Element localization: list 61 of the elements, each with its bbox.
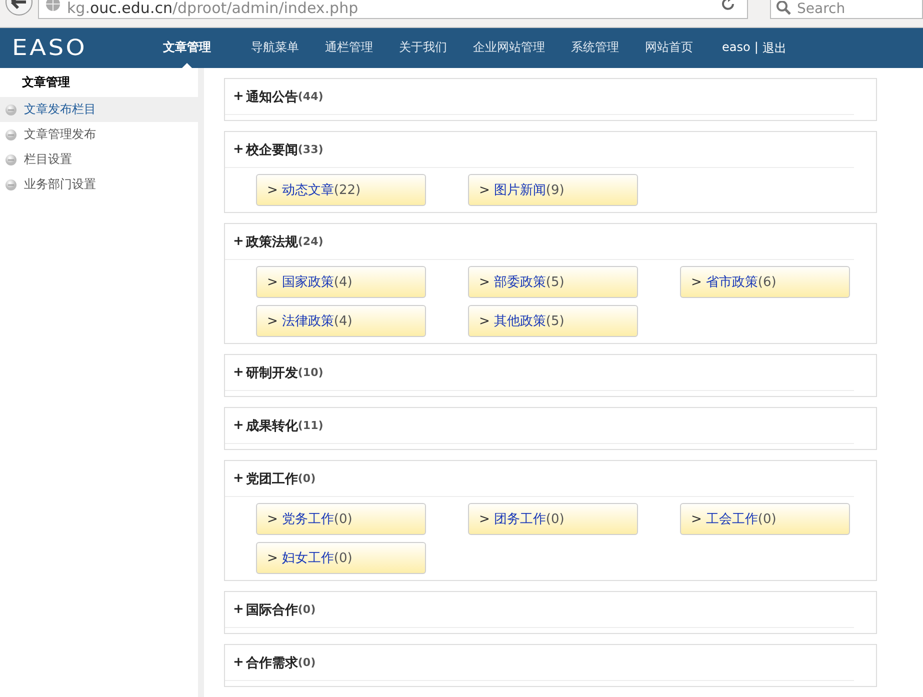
expand-toggle[interactable]: + [233,471,244,486]
section-title[interactable]: 合作需求 [246,654,298,672]
bullet-icon [5,154,17,166]
sidebar-title: 文章管理 [21,74,71,91]
sidebar-item[interactable]: 业务部门设置 [0,172,198,197]
section-count: (11) [298,419,324,432]
section-count: (0) [298,472,316,485]
nav-tab[interactable]: 网站首页 [632,28,706,68]
section-count: (24) [298,235,324,248]
section-count: (0) [298,656,316,669]
globe-icon [45,0,61,14]
sidebar-item[interactable]: 文章发布栏目 [0,97,198,122]
bullet-icon [5,104,17,116]
bullet-icon [5,178,17,190]
category-button[interactable]: > 省市政策(6) [680,266,850,298]
expand-toggle[interactable]: + [233,655,244,670]
sidebar-item[interactable]: 文章管理发布 [0,122,198,147]
sidebar-item[interactable]: 栏目设置 [0,147,198,172]
bullet-icon [5,128,17,140]
section-count: (33) [298,143,324,156]
category-button[interactable]: > 工会工作(0) [680,503,850,535]
category-button[interactable]: > 党务工作(0) [256,503,426,535]
logout-link[interactable]: 退出 [762,40,786,56]
category-button[interactable]: > 部委政策(5) [468,266,638,298]
nav-tab[interactable]: 文章管理 [150,28,224,68]
expand-toggle[interactable]: + [233,234,244,249]
nav-tab[interactable]: 系统管理 [558,28,632,68]
user-name: easo [722,40,750,56]
section-title[interactable]: 党团工作 [246,470,298,488]
nav-tab[interactable]: 关于我们 [386,28,460,68]
section-title[interactable]: 研制开发 [246,364,298,382]
nav-tab[interactable]: 导航菜单 [238,28,312,68]
section-title[interactable]: 校企要闻 [246,140,298,158]
section-count: (0) [298,603,316,616]
logo: EASO [12,36,88,60]
category-button[interactable]: > 其他政策(5) [468,305,638,337]
expand-toggle[interactable]: + [233,418,244,433]
section-title[interactable]: 通知公告 [246,88,298,106]
expand-toggle[interactable]: + [233,89,244,104]
expand-toggle[interactable]: + [233,602,244,617]
back-icon[interactable] [4,0,34,16]
section-title[interactable]: 国际合作 [246,600,298,618]
category-button[interactable]: > 妇女工作(0) [256,542,426,574]
address-text: kg.ouc.edu.cn/dproot/admin/index.php [67,0,358,17]
nav-tab[interactable]: 企业网站管理 [460,28,558,68]
separator: | [754,40,758,56]
section-title[interactable]: 政策法规 [246,232,298,250]
nav-tab[interactable]: 通栏管理 [312,28,386,68]
category-button[interactable]: > 团务工作(0) [468,503,638,535]
expand-toggle[interactable]: + [233,365,244,380]
category-button[interactable]: > 法律政策(4) [256,305,426,337]
search-field[interactable]: Search [770,0,923,19]
category-button[interactable]: > 图片新闻(9) [468,174,638,206]
expand-toggle[interactable]: + [233,142,244,157]
section-count: (44) [298,90,324,103]
search-icon [776,1,792,17]
section-count: (10) [298,366,324,379]
category-button[interactable]: > 动态文章(22) [256,174,426,206]
section-title[interactable]: 成果转化 [246,416,298,434]
category-button[interactable]: > 国家政策(4) [256,266,426,298]
address-field[interactable]: kg.ouc.edu.cn/dproot/admin/index.php [38,0,748,19]
